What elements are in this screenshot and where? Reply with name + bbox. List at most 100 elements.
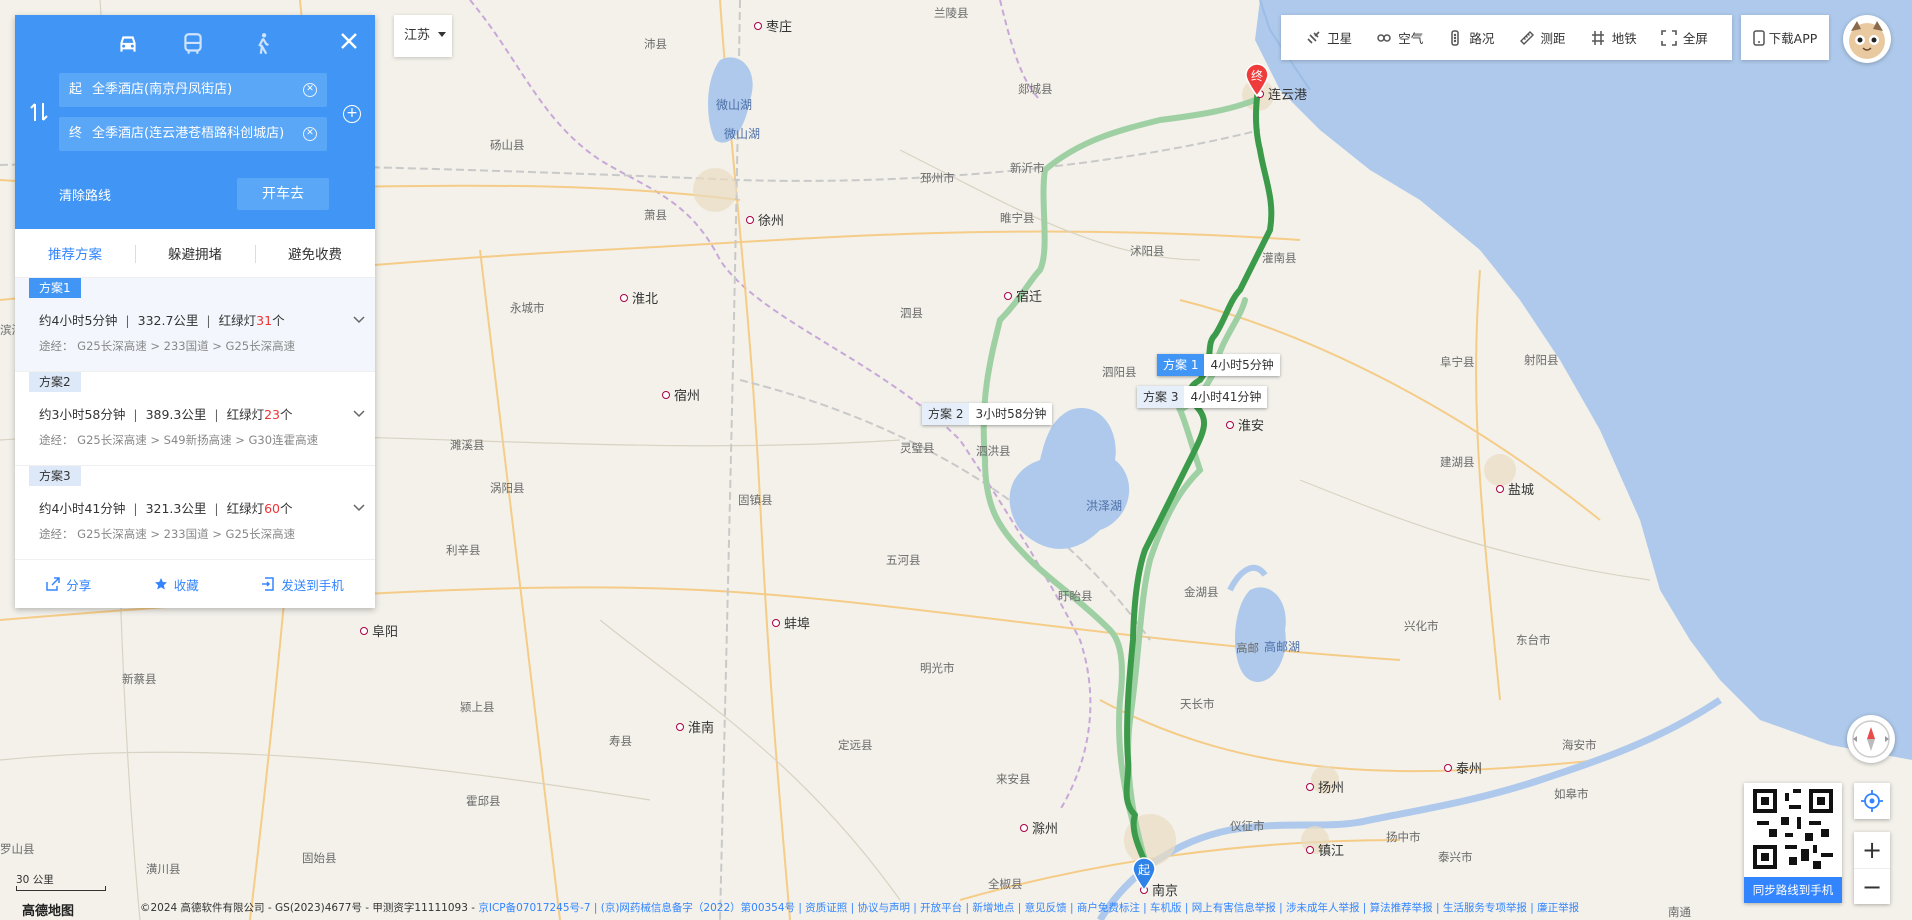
county-label: 郯城县 [1018,82,1053,96]
tab-avoid-tolls[interactable]: 避免收费 [255,243,375,263]
satellite-icon [1307,30,1320,44]
send-to-phone-button[interactable]: 发送到手机 [261,575,344,594]
scale-bar [16,886,106,891]
city-label: 淮北 [620,288,658,307]
route-stats: 约3小时58分钟 | 389.3公里 | 红绿灯23个 [39,407,293,422]
route-tag-time: 3小时58分钟 [975,407,1047,421]
county-label: 东台市 [1516,633,1551,647]
traffic-light-icon [1451,29,1460,46]
fullscreen-button[interactable]: 全屏 [1661,28,1708,47]
chevron-down-icon[interactable] [353,316,365,324]
county-label: 海安市 [1562,738,1597,752]
province-selector[interactable]: 江苏 [394,15,452,57]
county-label: 新沂市 [1010,161,1045,175]
bus-mode-tab[interactable] [180,31,212,59]
route-2-map-tag[interactable]: 方案 2 3小时58分钟 [922,403,1053,425]
zoom-control: + − [1854,832,1890,904]
share-button[interactable]: 分享 [46,575,91,594]
county-label: 霍邱县 [466,794,501,808]
qr-code-icon [1753,789,1833,869]
phone-icon [1752,29,1765,46]
compass-icon [1852,720,1890,758]
end-tag: 终 [69,126,83,141]
swap-endpoints-button[interactable] [29,101,49,123]
county-label: 固镇县 [738,493,773,507]
add-waypoint-button[interactable]: + [343,105,361,123]
county-label: 固始县 [302,851,337,865]
county-label: 潢川县 [146,862,181,876]
county-label: 仪征市 [1230,819,1265,833]
route-stats: 约4小时5分钟 | 332.7公里 | 红绿灯31个 [39,313,285,328]
city-label: 盐城 [1496,479,1534,498]
close-panel-button[interactable] [337,29,363,55]
tab-avoid-congestion[interactable]: 躲避拥堵 [135,243,255,263]
county-label: 利辛县 [446,543,481,557]
clear-route-link[interactable]: 清除路线 [59,185,111,204]
swap-icon [30,103,48,121]
satellite-button[interactable]: 卫星 [1305,28,1352,47]
route-option-2[interactable]: 方案2 约3小时58分钟 | 389.3公里 | 红绿灯23个 途经： G25长深高速 … [15,372,375,466]
end-input[interactable]: 终全季酒店(连云港苍梧路科创城店) ✕ [59,117,327,151]
qr-code-panel[interactable]: 同步路线到手机 [1744,783,1842,903]
subway-button[interactable]: 地铁 [1590,28,1637,47]
city-label: 镇江 [1306,840,1344,859]
start-input[interactable]: 起全季酒店(南京丹凤街店) ✕ [59,73,327,107]
county-label: 砀山县 [490,138,525,152]
user-avatar[interactable] [1843,15,1891,63]
route-option-3[interactable]: 方案3 约4小时41分钟 | 321.3公里 | 红绿灯60个 途经： G25长深高速 … [15,466,375,560]
chevron-down-icon[interactable] [353,410,365,418]
chevron-down-icon[interactable] [353,504,365,512]
favorite-button[interactable]: 收藏 [154,575,199,594]
scale-label: 30 公里 [16,874,54,886]
city-label: 阜阳 [360,621,398,640]
zoom-out-button[interactable]: − [1854,868,1890,905]
route-badge: 方案3 [29,466,81,486]
start-marker[interactable]: 起 [1131,857,1157,892]
measure-button[interactable]: 测距 [1519,28,1566,47]
tab-recommended[interactable]: 推荐方案 [15,243,135,263]
start-tag: 起 [69,82,83,97]
sync-route-label[interactable]: 同步路线到手机 [1744,877,1842,903]
county-label: 南通 [1668,905,1691,919]
copyright-text: ©2024 高德软件有限公司 - GS(2023)4677号 - 甲测资字111… [140,902,479,914]
traffic-button[interactable]: 路况 [1447,28,1494,47]
route-3-map-tag[interactable]: 方案 3 4小时41分钟 [1137,386,1268,408]
clear-start-icon[interactable]: ✕ [303,83,317,97]
route-via: 途经： G25长深高速 > 233国道 > G25长深高速 [39,339,296,353]
city-label: 徐州 [746,210,784,229]
map-toolbar: 卫星 空气 路况 测距 地铁 全屏 [1281,15,1732,60]
county-label: 颍上县 [460,700,495,714]
compass-button[interactable] [1847,715,1895,763]
county-label: 如皋市 [1554,787,1589,801]
route-badge: 方案1 [29,278,81,298]
caret-down-icon [438,32,447,37]
route-panel-footer: 分享 收藏 发送到手机 [15,560,375,608]
county-label: 沭阳县 [1130,244,1165,258]
county-label: 新蔡县 [122,672,157,686]
county-label: 明光市 [920,661,955,675]
subway-icon [1591,30,1604,45]
county-label: 沛县 [644,37,667,51]
route-tag-time: 4小时41分钟 [1190,390,1262,404]
clear-end-icon[interactable]: ✕ [303,127,317,141]
county-label: 全椒县 [988,877,1023,891]
route-1-map-tag[interactable]: 方案 1 4小时5分钟 [1157,354,1280,376]
county-label: 金湖县 [1184,585,1219,599]
zoom-in-button[interactable]: + [1854,832,1890,868]
air-quality-button[interactable]: 空气 [1376,28,1423,47]
county-label: 射阳县 [1524,353,1559,367]
county-label: 兰陵县 [934,6,969,20]
route-option-1[interactable]: 方案1 约4小时5分钟 | 332.7公里 | 红绿灯31个 途经： G25长深高速 >… [15,278,375,372]
start-value: 全季酒店(南京丹凤街店) [92,82,233,97]
route-tag-number: 方案 1 [1157,354,1205,376]
end-marker[interactable]: 终 [1244,63,1270,98]
county-label: 邳州市 [920,171,955,185]
footer-links[interactable]: 京ICP备07017245号-7 | (京)网药械信息备字（2022）第0035… [478,902,1579,914]
download-app-button[interactable]: 下载APP [1741,15,1829,60]
start-driving-button[interactable]: 开车去 [237,178,329,210]
drive-mode-tab[interactable] [115,31,147,59]
route-tag-time: 4小时5分钟 [1210,358,1274,372]
walk-mode-tab[interactable] [250,31,282,59]
locate-me-button[interactable] [1854,783,1890,819]
county-label: 睢宁县 [1000,211,1035,225]
